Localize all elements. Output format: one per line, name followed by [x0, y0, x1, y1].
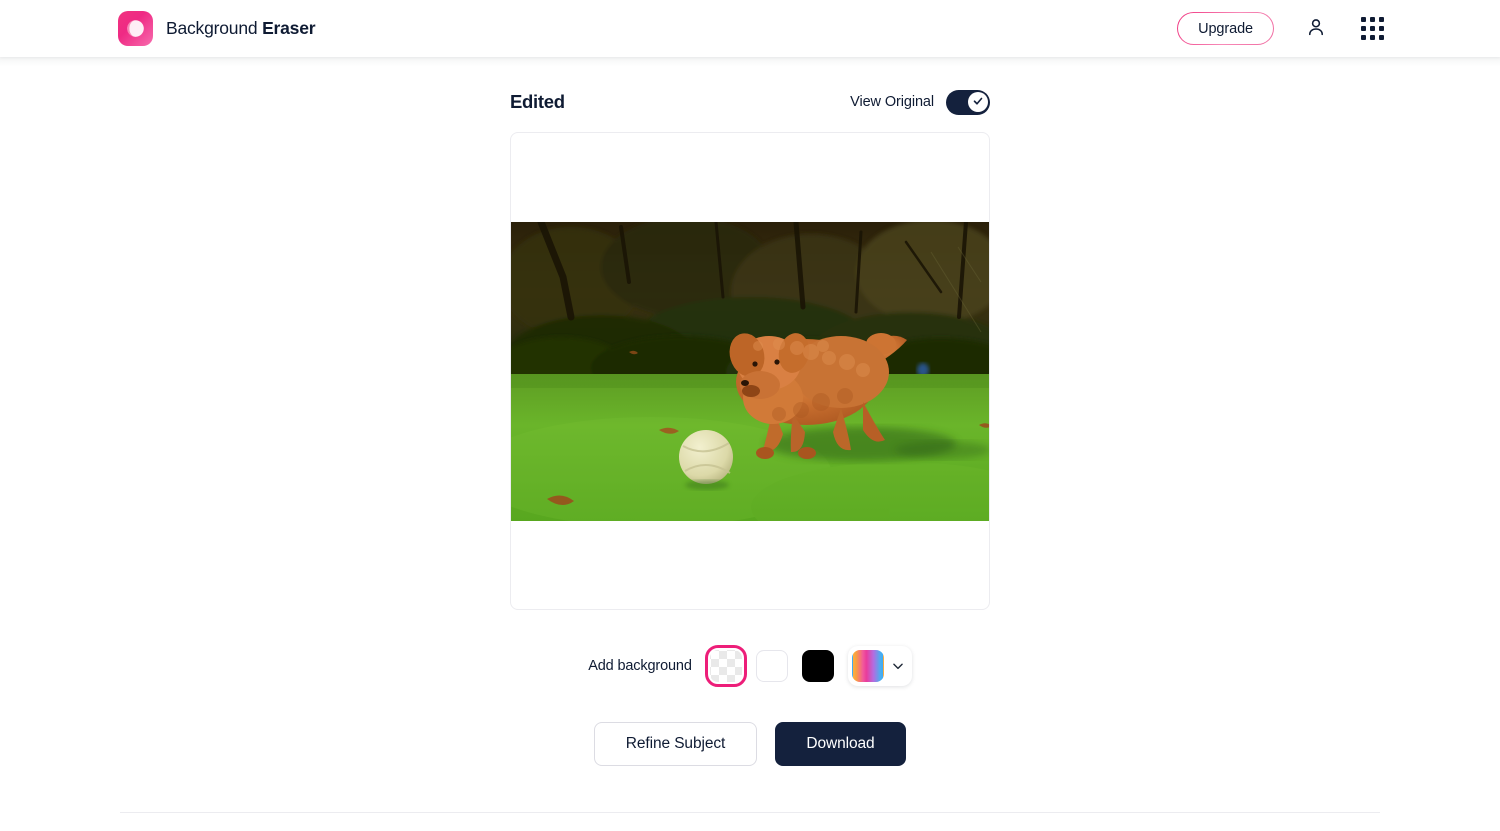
user-account-button[interactable] — [1302, 15, 1330, 43]
page-title: Edited — [510, 91, 565, 112]
view-original-toggle[interactable] — [946, 89, 990, 115]
brand-title-suffix: Eraser — [262, 18, 316, 38]
background-swatch-black[interactable] — [801, 650, 834, 682]
check-icon — [972, 95, 984, 110]
view-original-label: View Original — [850, 94, 934, 110]
add-background-label: Add background — [588, 658, 692, 674]
app-header: Background Eraser Upgrade — [0, 0, 1500, 57]
user-account-icon — [1305, 16, 1327, 41]
edited-photo — [511, 221, 989, 521]
background-swatch-white[interactable] — [755, 650, 788, 682]
brand-title-prefix: Background — [166, 18, 263, 38]
action-buttons: Refine Subject Download — [510, 722, 990, 766]
brand-title: Background Eraser — [166, 18, 316, 39]
header-actions: Upgrade — [1177, 12, 1386, 45]
editor-toolbar: Edited View Original — [510, 89, 990, 115]
background-swatch-gradient-dropdown[interactable] — [847, 646, 912, 686]
apps-grid-icon — [1360, 17, 1384, 40]
upgrade-button[interactable]: Upgrade — [1177, 12, 1274, 45]
toggle-knob — [967, 92, 988, 112]
download-button[interactable]: Download — [775, 722, 906, 766]
refine-subject-button[interactable]: Refine Subject — [594, 722, 757, 766]
section-divider — [120, 812, 1380, 813]
background-swatch-transparent[interactable] — [704, 645, 747, 687]
editor-panel: Edited View Original Add background Refi… — [510, 57, 990, 766]
chevron-down-icon — [890, 658, 906, 674]
apps-grid-button[interactable] — [1358, 15, 1386, 43]
brand-logo-group[interactable]: Background Eraser — [118, 11, 316, 46]
add-background-row: Add background — [510, 645, 990, 687]
background-swatch-gradient — [851, 650, 884, 682]
moon-phase-logo-icon — [118, 11, 153, 46]
view-original-group: View Original — [850, 89, 990, 115]
image-canvas[interactable] — [510, 132, 990, 610]
